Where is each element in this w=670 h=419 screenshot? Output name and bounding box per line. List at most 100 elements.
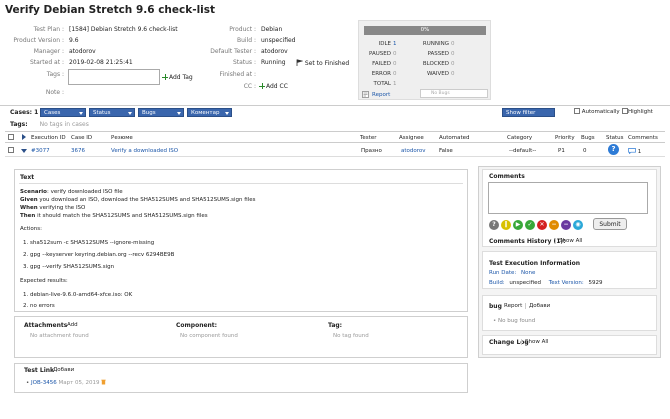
stat-passed[interactable]: PASSED 0 xyxy=(419,51,459,57)
summary-link[interactable]: Verify a downloaded ISO xyxy=(111,148,178,154)
text-panel: Text Scenario: verify downloaded ISO fil… xyxy=(14,169,468,312)
th-summary[interactable]: Резюме xyxy=(111,135,133,141)
th-automated[interactable]: Automated xyxy=(439,135,470,141)
page-title: Verify Debian Stretch 9.6 check-list xyxy=(5,4,216,16)
submit-button[interactable]: Submit xyxy=(593,218,627,230)
build-link[interactable]: unspecified xyxy=(261,37,295,44)
product-link[interactable]: Debian xyxy=(261,26,282,33)
th-category[interactable]: Category xyxy=(507,135,532,141)
expected-item: 2. no errors xyxy=(23,303,55,309)
bugs-dropdown[interactable]: Bugs xyxy=(138,108,184,117)
then-line: Then it should match the SHA512SUMS and … xyxy=(20,213,208,219)
automatically-option[interactable]: Automatically xyxy=(574,108,620,115)
cc-label: CC : xyxy=(243,83,256,90)
stat-failed[interactable]: FAILED 0 xyxy=(361,61,401,67)
category-value: --default-- xyxy=(509,147,537,154)
highlight-option[interactable]: Highlight xyxy=(622,108,653,115)
actions-label: Actions: xyxy=(20,226,42,232)
comments-show-all[interactable]: Show All xyxy=(555,238,582,244)
select-all-checkbox[interactable] xyxy=(8,134,14,140)
list-item: • JOB-3456 Март 05, 2019 xyxy=(26,379,106,386)
report-button[interactable]: Report xyxy=(362,90,390,99)
bug-title: bug xyxy=(489,303,502,310)
comments-title: Comments xyxy=(489,173,525,180)
automated-value: False xyxy=(439,147,453,154)
report-icon xyxy=(362,91,369,98)
attachments-panel: Attachments Add No attachment found Comp… xyxy=(14,316,468,358)
expand-all-icon[interactable] xyxy=(22,134,26,140)
stat-idle[interactable]: IDLE 1 xyxy=(361,41,401,47)
manager-link[interactable]: atodorov xyxy=(69,48,96,55)
test-plan-link[interactable]: [1584] Debian Stretch 9.6 check-list xyxy=(69,26,178,33)
no-attachment-text: No attachment found xyxy=(30,333,89,339)
th-case-id[interactable]: Case ID xyxy=(71,135,92,141)
status-blocked-icon[interactable]: − xyxy=(549,220,559,230)
status-label: Status : xyxy=(232,59,256,66)
set-finished-link[interactable]: Set to Finished xyxy=(296,59,349,67)
status-waived-icon[interactable]: ◉ xyxy=(573,220,583,230)
status-failed-icon[interactable]: ✕ xyxy=(537,220,547,230)
stat-waived[interactable]: WAIVED 0 xyxy=(419,71,459,77)
run-date-row: Run Date: None xyxy=(489,270,536,276)
question-icon[interactable]: ? xyxy=(608,144,619,155)
add-cc-link[interactable]: Add CC xyxy=(259,83,288,90)
stat-paused[interactable]: PAUSED 0 xyxy=(361,51,401,57)
cases-dropdown[interactable]: Cases xyxy=(40,108,86,117)
status-value: Running xyxy=(261,59,286,66)
collapse-row-icon[interactable] xyxy=(21,149,27,153)
tag-title: Tag: xyxy=(328,322,343,329)
product-version-label: Product Version : xyxy=(13,37,64,44)
changelog-show-all[interactable]: Show All xyxy=(521,339,548,345)
add-test-link[interactable]: Добави xyxy=(53,367,74,373)
table-row[interactable]: #3077 3676 Verify a downloaded ISO Празн… xyxy=(5,144,665,157)
component-title: Component: xyxy=(176,322,218,329)
bug-box: bug Report Добави • No bug found xyxy=(482,295,657,331)
show-filter-button[interactable]: Show filter options xyxy=(502,108,555,125)
status-error-icon[interactable]: − xyxy=(561,220,571,230)
tags-bar: Tags: No tags in cases xyxy=(10,121,89,128)
th-bugs[interactable]: Bugs xyxy=(581,135,595,141)
status-paused-icon[interactable]: ‖ xyxy=(501,220,511,230)
build-label: Build : xyxy=(237,37,256,44)
status-passed-icon[interactable]: ✓ xyxy=(525,220,535,230)
started-at-label: Started at : xyxy=(29,59,64,66)
status-idle-icon[interactable]: ? xyxy=(489,220,499,230)
th-status[interactable]: Status xyxy=(606,135,624,141)
stat-error[interactable]: ERROR 0 xyxy=(361,71,401,77)
add-tag-link[interactable]: Add Tag xyxy=(162,74,193,81)
default-tester-link[interactable]: atodorov xyxy=(261,48,288,55)
add-attachment-link[interactable]: Add xyxy=(67,322,78,328)
stat-running[interactable]: RUNNING 0 xyxy=(419,41,459,47)
changelog-box: Change Log Show All xyxy=(482,335,657,355)
caret-down-icon xyxy=(225,112,229,115)
job-link[interactable]: JOB-3456 xyxy=(31,380,57,386)
case-id-link[interactable]: 3676 xyxy=(71,148,85,154)
comments-count[interactable]: 1 xyxy=(628,147,641,155)
product-version-link[interactable]: 9.6 xyxy=(69,37,79,44)
when-line: When verifying the ISO xyxy=(20,205,86,211)
th-assignee[interactable]: Assignee xyxy=(399,135,424,141)
expected-label: Expected results: xyxy=(20,278,68,284)
stat-blocked[interactable]: BLOCKED 0 xyxy=(419,61,459,67)
comment-dropdown[interactable]: Коментар xyxy=(187,108,232,117)
comments-box: Comments ? ‖ ▶ ✓ ✕ − − ◉ Submit Comments… xyxy=(482,169,657,247)
execution-id-link[interactable]: #3077 xyxy=(31,148,50,154)
progress-bar: 0% xyxy=(364,26,486,35)
automatically-checkbox[interactable] xyxy=(574,108,580,114)
th-tester[interactable]: Tester xyxy=(360,135,376,141)
assignee-link[interactable]: atodorov xyxy=(401,148,426,154)
caret-down-icon xyxy=(177,112,181,115)
build-row: Build: unspecified Text Version: 5929 xyxy=(489,280,603,286)
status-running-icon[interactable]: ▶ xyxy=(513,220,523,230)
th-execution-id[interactable]: Execution ID xyxy=(31,135,66,141)
row-checkbox[interactable] xyxy=(8,147,14,153)
status-dropdown[interactable]: Status xyxy=(89,108,135,117)
bug-add-link[interactable]: Добави xyxy=(525,303,550,309)
th-priority[interactable]: Priority xyxy=(555,135,575,141)
delete-icon[interactable] xyxy=(101,379,106,385)
tags-input[interactable] xyxy=(68,69,160,85)
th-comments[interactable]: Comments xyxy=(628,135,658,141)
comment-textarea[interactable] xyxy=(488,182,648,214)
bug-report-link[interactable]: Report xyxy=(504,303,522,309)
priority-value: P1 xyxy=(558,147,565,154)
